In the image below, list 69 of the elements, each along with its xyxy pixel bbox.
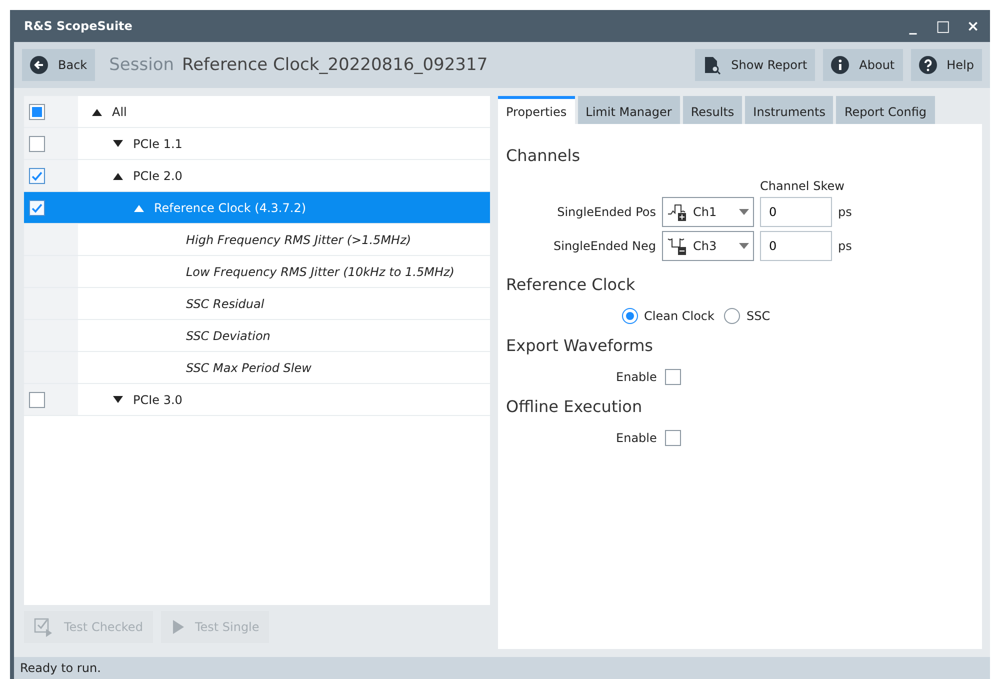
tree-row[interactable]: PCIe 1.1 bbox=[24, 128, 490, 160]
dropdown-arrow-icon bbox=[739, 243, 749, 249]
tree-row[interactable]: SSC Deviation bbox=[24, 320, 490, 352]
test-name: High Frequency RMS Jitter (>1.5MHz) bbox=[185, 232, 412, 246]
session-name: Reference Clock_20220816_092317 bbox=[182, 55, 488, 75]
test-name: SSC Deviation bbox=[185, 328, 270, 342]
help-icon bbox=[918, 56, 937, 74]
tree-row[interactable]: Low Frequency RMS Jitter (10kHz to 1.5MHz) bbox=[24, 256, 490, 288]
checkbox[interactable] bbox=[29, 104, 45, 120]
tab[interactable]: Report Config bbox=[836, 96, 935, 124]
tab[interactable]: Instruments bbox=[745, 96, 834, 124]
toolbar-button[interactable]: About bbox=[823, 49, 903, 81]
checkbox[interactable] bbox=[29, 200, 45, 216]
checkbox[interactable] bbox=[664, 369, 681, 385]
dropdown-arrow-icon bbox=[739, 209, 749, 215]
radio-option[interactable]: SSC bbox=[724, 308, 770, 324]
maximize-button[interactable]: □ bbox=[930, 16, 956, 36]
play-icon bbox=[170, 619, 185, 635]
section-title: Reference Clock bbox=[506, 275, 636, 294]
radio-button[interactable] bbox=[724, 308, 740, 324]
section-title: Offline Execution bbox=[506, 397, 644, 416]
field-label: SingleEnded Neg bbox=[552, 239, 656, 253]
toolbar-button[interactable]: Help bbox=[910, 49, 982, 81]
minimize-button[interactable]: _ bbox=[900, 16, 926, 36]
skew-input[interactable]: 0 bbox=[760, 197, 832, 227]
close-button[interactable]: × bbox=[960, 16, 986, 36]
test-name: SSC Max Period Slew bbox=[185, 360, 312, 374]
report-icon bbox=[703, 56, 722, 74]
waveform-icon bbox=[667, 202, 687, 222]
section-title: Channels bbox=[506, 146, 582, 165]
back-button[interactable]: Back bbox=[22, 49, 96, 81]
channel-dropdown[interactable]: Ch1 bbox=[662, 197, 754, 227]
toolbar-button[interactable]: Show Report bbox=[695, 49, 816, 81]
tree-item-label: PCIe 3.0 bbox=[133, 392, 182, 406]
tree-row[interactable]: High Frequency RMS Jitter (>1.5MHz) bbox=[24, 224, 490, 256]
channel-dropdown[interactable]: Ch3 bbox=[662, 231, 754, 261]
status-bar: Ready to run. bbox=[14, 657, 990, 679]
tree-row[interactable]: SSC Residual bbox=[24, 288, 490, 320]
checkbox-label: Enable bbox=[616, 431, 657, 445]
checked-play-icon bbox=[34, 617, 54, 637]
checkbox[interactable] bbox=[29, 136, 45, 152]
checkbox-label: Enable bbox=[616, 370, 657, 384]
tree-item-label: PCIe 1.1 bbox=[133, 136, 182, 150]
section-title: Export Waveforms bbox=[506, 336, 654, 355]
field-label: SingleEnded Pos bbox=[556, 205, 656, 219]
tree-row[interactable]: All bbox=[24, 96, 490, 128]
tree-item-label: PCIe 2.0 bbox=[133, 168, 182, 182]
radio-option[interactable]: Clean Clock bbox=[622, 308, 714, 324]
checkbox[interactable] bbox=[29, 392, 45, 408]
info-icon bbox=[831, 56, 850, 74]
tree-item-label: All bbox=[112, 104, 127, 118]
unit-label: ps bbox=[838, 205, 853, 219]
skew-input[interactable]: 0 bbox=[760, 231, 832, 261]
window-title: R&S ScopeSuite bbox=[24, 19, 134, 33]
checkbox[interactable] bbox=[29, 168, 45, 184]
waveform-icon bbox=[667, 236, 687, 256]
unit-label: ps bbox=[838, 239, 853, 253]
tree-row[interactable]: SSC Max Period Slew bbox=[24, 352, 490, 384]
tree-item-label: Reference Clock (4.3.7.2) bbox=[154, 200, 306, 214]
checkbox[interactable] bbox=[664, 430, 681, 446]
column-header: Channel Skew bbox=[760, 179, 846, 193]
test-name: SSC Residual bbox=[185, 296, 264, 310]
tab[interactable]: Results bbox=[682, 96, 742, 124]
radio-button[interactable] bbox=[622, 308, 638, 324]
tab[interactable]: Properties bbox=[498, 96, 575, 124]
test-name: Low Frequency RMS Jitter (10kHz to 1.5MHz) bbox=[185, 264, 454, 278]
session-label: Session bbox=[109, 55, 174, 75]
tab[interactable]: Limit Manager bbox=[578, 96, 680, 124]
tree-row[interactable]: PCIe 3.0 bbox=[24, 384, 490, 416]
